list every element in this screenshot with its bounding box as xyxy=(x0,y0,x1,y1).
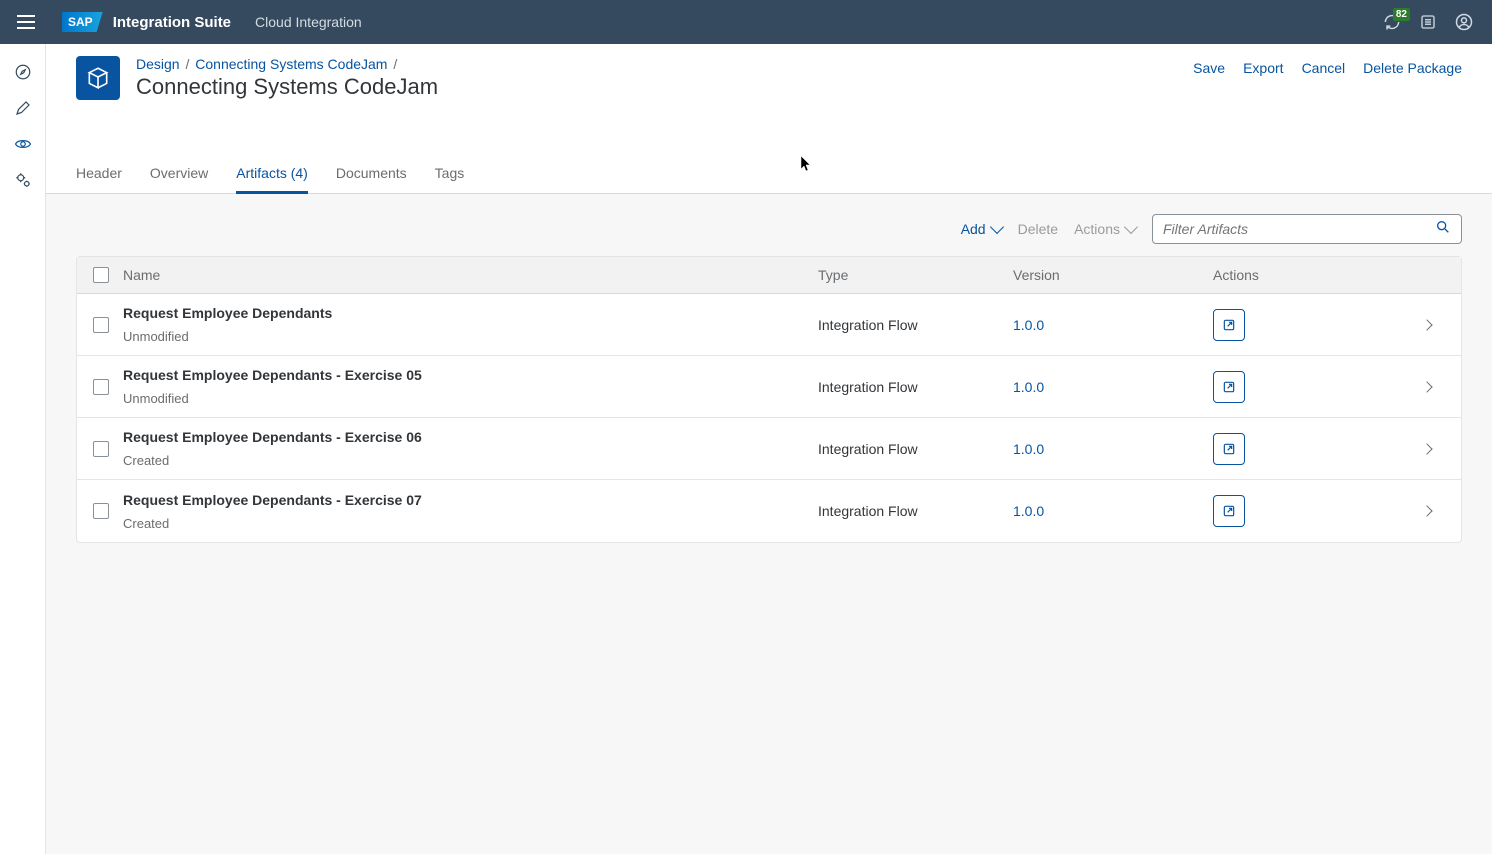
actions-button[interactable]: Actions xyxy=(1074,221,1136,237)
nav-monitor[interactable] xyxy=(0,126,46,162)
artifact-version[interactable]: 1.0.0 xyxy=(1013,503,1213,519)
artifact-name[interactable]: Request Employee Dependants - Exercise 0… xyxy=(123,492,818,508)
sap-logo: SAP xyxy=(62,12,103,32)
artifact-type: Integration Flow xyxy=(818,441,1013,457)
row-checkbox[interactable] xyxy=(93,503,109,519)
tab-documents[interactable]: Documents xyxy=(336,155,407,194)
artifact-version[interactable]: 1.0.0 xyxy=(1013,441,1213,457)
page-header: Design / Connecting Systems CodeJam / Co… xyxy=(46,44,1492,100)
page-title: Connecting Systems CodeJam xyxy=(136,74,438,100)
select-all-checkbox[interactable] xyxy=(93,267,109,283)
chevron-right-icon[interactable] xyxy=(1421,319,1432,330)
layout: Design / Connecting Systems CodeJam / Co… xyxy=(0,44,1492,854)
tab-content: Add Delete Actions Name xyxy=(46,194,1492,854)
artifact-type: Integration Flow xyxy=(818,317,1013,333)
breadcrumb-root[interactable]: Design xyxy=(136,56,180,72)
page-actions: Save Export Cancel Delete Package xyxy=(1193,56,1462,80)
notification-badge: 82 xyxy=(1393,8,1410,21)
chevron-right-icon[interactable] xyxy=(1421,443,1432,454)
cube-icon xyxy=(85,65,111,91)
artifact-version[interactable]: 1.0.0 xyxy=(1013,379,1213,395)
artifact-name[interactable]: Request Employee Dependants - Exercise 0… xyxy=(123,429,818,445)
table-row[interactable]: Request Employee Dependants - Exercise 0… xyxy=(77,480,1461,542)
filter-search xyxy=(1152,214,1462,244)
hamburger-icon xyxy=(17,15,35,29)
tab-tags[interactable]: Tags xyxy=(435,155,465,194)
search-button[interactable] xyxy=(1425,219,1461,240)
row-checkbox[interactable] xyxy=(93,441,109,457)
artifact-name[interactable]: Request Employee Dependants - Exercise 0… xyxy=(123,367,818,383)
shell-header: SAP Integration Suite Cloud Integration … xyxy=(0,0,1492,44)
add-label: Add xyxy=(961,221,986,237)
suite-title: Integration Suite xyxy=(113,14,231,31)
breadcrumb-separator: / xyxy=(393,56,397,72)
tab-overview[interactable]: Overview xyxy=(150,155,208,194)
delete-package-button[interactable]: Delete Package xyxy=(1363,56,1462,80)
user-icon xyxy=(1454,12,1474,32)
artifacts-table: Name Type Version Actions Request Employ… xyxy=(76,256,1462,543)
breadcrumb: Design / Connecting Systems CodeJam / xyxy=(136,56,438,72)
artifact-type: Integration Flow xyxy=(818,503,1013,519)
side-nav xyxy=(0,44,46,854)
save-button[interactable]: Save xyxy=(1193,56,1225,80)
delete-button[interactable]: Delete xyxy=(1018,221,1058,237)
row-checkbox[interactable] xyxy=(93,379,109,395)
artifacts-toolbar: Add Delete Actions xyxy=(76,214,1462,244)
share-button[interactable] xyxy=(1213,309,1245,341)
tab-header[interactable]: Header xyxy=(76,155,122,194)
nav-settings[interactable] xyxy=(0,162,46,198)
table-row[interactable]: Request Employee Dependants - Exercise 0… xyxy=(77,418,1461,480)
artifact-status: Created xyxy=(123,516,818,531)
add-button[interactable]: Add xyxy=(961,221,1002,237)
eye-icon xyxy=(14,135,32,153)
share-button[interactable] xyxy=(1213,433,1245,465)
gear-icon xyxy=(14,171,32,189)
tabs: Header Overview Artifacts (4) Documents Tags xyxy=(46,155,1492,194)
main-content: Design / Connecting Systems CodeJam / Co… xyxy=(46,44,1492,854)
app-subtitle[interactable]: Cloud Integration xyxy=(255,14,362,30)
col-type[interactable]: Type xyxy=(818,267,1013,283)
nav-discover[interactable] xyxy=(0,54,46,90)
row-checkbox[interactable] xyxy=(93,317,109,333)
artifact-status: Created xyxy=(123,453,818,468)
share-button[interactable] xyxy=(1213,495,1245,527)
artifact-version[interactable]: 1.0.0 xyxy=(1013,317,1213,333)
compass-icon xyxy=(14,63,32,81)
export-button[interactable]: Export xyxy=(1243,56,1283,80)
share-icon xyxy=(1221,379,1237,395)
table-row[interactable]: Request Employee Dependants UnmodifiedInt… xyxy=(77,294,1461,356)
table-header: Name Type Version Actions xyxy=(77,257,1461,294)
package-icon xyxy=(76,56,120,100)
table-row[interactable]: Request Employee Dependants - Exercise 0… xyxy=(77,356,1461,418)
actions-label: Actions xyxy=(1074,221,1120,237)
artifact-status: Unmodified xyxy=(123,391,818,406)
nav-design[interactable] xyxy=(0,90,46,126)
filter-input[interactable] xyxy=(1153,221,1425,237)
artifact-type: Integration Flow xyxy=(818,379,1013,395)
share-icon xyxy=(1221,317,1237,333)
breadcrumb-separator: / xyxy=(185,56,189,72)
artifact-status: Unmodified xyxy=(123,329,818,344)
list-icon xyxy=(1419,13,1437,31)
menu-button[interactable] xyxy=(10,6,42,38)
share-icon xyxy=(1221,503,1237,519)
share-icon xyxy=(1221,441,1237,457)
breadcrumb-current-link[interactable]: Connecting Systems CodeJam xyxy=(195,56,387,72)
share-button[interactable] xyxy=(1213,371,1245,403)
tab-artifacts-[interactable]: Artifacts (4) xyxy=(236,155,308,194)
tasks-button[interactable] xyxy=(1410,4,1446,40)
artifact-name[interactable]: Request Employee Dependants xyxy=(123,305,818,321)
col-name[interactable]: Name xyxy=(117,267,818,283)
col-actions: Actions xyxy=(1213,267,1423,283)
col-version[interactable]: Version xyxy=(1013,267,1213,283)
chevron-right-icon[interactable] xyxy=(1421,505,1432,516)
chevron-down-icon xyxy=(990,220,1004,234)
cancel-button[interactable]: Cancel xyxy=(1302,56,1346,80)
notifications-button[interactable]: 82 xyxy=(1374,4,1410,40)
chevron-right-icon[interactable] xyxy=(1421,381,1432,392)
chevron-down-icon xyxy=(1124,220,1138,234)
search-icon xyxy=(1435,219,1451,235)
user-button[interactable] xyxy=(1446,4,1482,40)
pencil-icon xyxy=(14,99,32,117)
